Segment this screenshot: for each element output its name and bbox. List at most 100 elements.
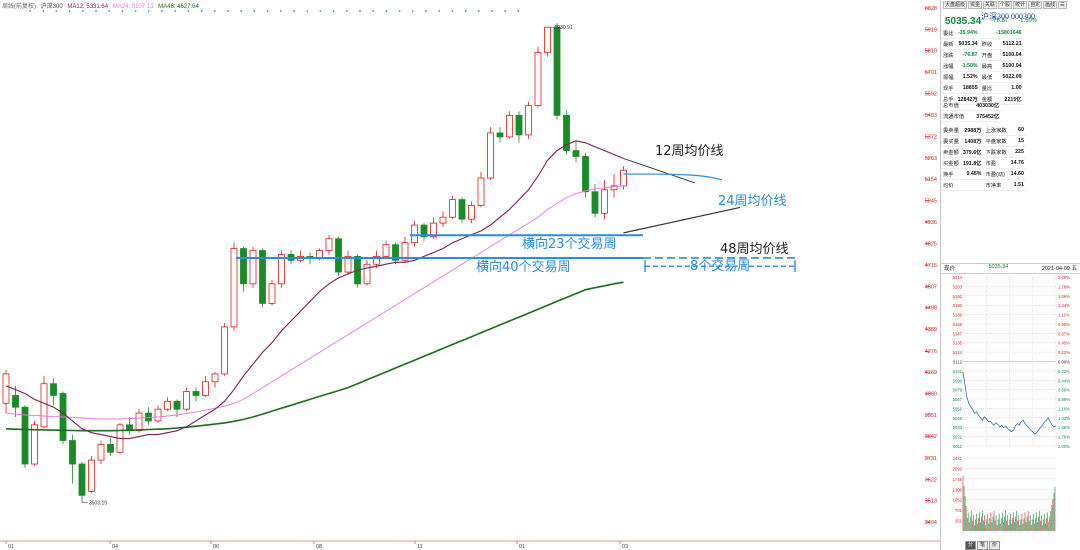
candle (525, 101, 532, 139)
price-axis-label: 5810 (925, 49, 937, 55)
quote-row: 换手 0.45% 市盈(动) 14.60 (941, 168, 1026, 180)
toolbar-button-6[interactable]: 画线 (1043, 1, 1058, 9)
quote-value: 60 (1008, 125, 1026, 136)
quote-row: 均价 市净率 1.51 (941, 179, 1026, 191)
candle (572, 140, 580, 163)
candle-body-down (240, 248, 247, 285)
time-axis-label: 06 (213, 544, 219, 550)
range23-label: 横向23个交易周 (522, 236, 617, 252)
toolbar-button-7[interactable]: ☰ (1058, 1, 1067, 9)
event-dot (81, 10, 84, 12)
app-root: 周线(前复权) 沪深300 MA12: 5331.64 MA24: 5107.1… (0, 0, 1080, 550)
quote-row: 委卖量 2988万 上涨家数 60 (941, 125, 1026, 136)
candle-body-up (477, 177, 485, 206)
candle-body-down (572, 150, 580, 157)
intraday-tab-0[interactable]: 分 (965, 541, 977, 550)
candle (59, 391, 67, 445)
mini-price-tick: 5147 (953, 331, 963, 336)
toolbar-button-3[interactable]: 个股 (998, 1, 1013, 9)
quote-row: 涨幅 -1.50% 最高 5100.04 (941, 60, 1024, 72)
vol-tick: 701 (955, 508, 963, 513)
candle-body-down (69, 440, 76, 465)
mini-price-tick: 5056 (953, 406, 963, 411)
toolbar-button-4[interactable]: 统计 (1013, 1, 1028, 9)
price-axis-label: 3404 (925, 520, 937, 526)
price-axis-label: 3622 (925, 477, 937, 483)
candle (420, 223, 428, 241)
intraday-chart[interactable]: 5214 2.00% 5203 1.78% 5192 1.56% 5180 1.34% 5169… (941, 273, 1080, 541)
candle-body-up (221, 326, 228, 375)
event-dot (398, 10, 401, 12)
event-dot (385, 10, 388, 12)
vol-tick: 2093 (953, 466, 963, 471)
mini-pct-tick: 1.78% (1058, 435, 1070, 440)
ma12-extension (623, 157, 696, 184)
quote-value: 15 (1008, 135, 1026, 147)
quote-label: 市净率 (983, 179, 1009, 191)
event-dot (504, 10, 507, 12)
quote-value: 18855 (955, 82, 980, 94)
mini-pct-tick: 1.55% (1058, 425, 1070, 430)
candle-body-down (582, 156, 589, 193)
toolbar-button-5[interactable]: 自定 (1028, 1, 1043, 9)
intraday-tab-2[interactable]: 价 (989, 541, 1001, 550)
ma24-line (5, 185, 624, 420)
event-dot (42, 10, 45, 12)
candle (487, 127, 494, 180)
candle-body-up (525, 105, 532, 136)
weekly-kline-chart[interactable]: 周线(前复权) 沪深300 MA12: 5331.64 MA24: 5107.1… (0, 0, 941, 550)
intraday-tab-1[interactable]: 笔 (977, 541, 989, 550)
toolbar-button-1[interactable]: 资金 (968, 1, 983, 9)
toolbar-button-2[interactable]: 关联 (983, 1, 998, 9)
mini-price-tick: 5079 (953, 388, 963, 393)
price-axis-label: 5154 (925, 177, 937, 183)
candle-body-up (88, 459, 95, 492)
price-axis-label: 5263 (925, 156, 937, 162)
event-dot (345, 10, 348, 12)
candle-body-up (40, 383, 48, 428)
quote-value: 5022.09 (994, 71, 1024, 83)
price-axis-label: 4389 (925, 327, 937, 333)
time-axis-label: 01 (8, 544, 14, 550)
price-axis-label: 5045 (925, 199, 937, 205)
candle (515, 111, 523, 143)
quote-value: 1.51 (1008, 179, 1026, 191)
candle-body-up (97, 444, 105, 461)
mini-price-tick: 5214 (953, 275, 963, 280)
mini-price-tick: 5192 (953, 294, 963, 299)
vol-tick: 1052 (953, 498, 963, 503)
quote-row: 买金额 191.8亿 市盈 14.76 (941, 157, 1026, 169)
toolbar-button-0[interactable]: 大盘超级 (943, 1, 968, 9)
candle-body-up (164, 400, 171, 410)
event-dot (95, 10, 97, 12)
event-dot (372, 10, 375, 12)
event-dot (464, 10, 467, 12)
mini-pct-tick: 0.00% (1058, 360, 1070, 365)
quote-label: 总市值 (941, 100, 967, 111)
quote-row: 振幅 1.52% 最低 5022.09 (941, 71, 1024, 83)
mini-pct-tick: 2.00% (1058, 275, 1070, 280)
candle (610, 174, 618, 198)
candle-body-up (449, 199, 456, 218)
ma48-line (5, 281, 624, 432)
range40-label: 横向40个交易周 (476, 259, 571, 275)
candle (107, 438, 114, 457)
quote-label: 最低 (979, 71, 995, 83)
event-dot (438, 10, 441, 12)
weeks8-label: 8个交易周 (690, 258, 750, 274)
quote-label: 市盈 (983, 157, 1009, 169)
event-dot (477, 10, 480, 12)
event-dot (491, 10, 493, 12)
event-dot (161, 10, 163, 12)
candle (31, 420, 38, 466)
price-axis-label: 4936 (925, 220, 937, 226)
candle (553, 23, 561, 120)
price-axis-label: 4169 (925, 370, 937, 376)
mini-price-tick: 5124 (953, 350, 963, 355)
mini-pct-tick: 0.22% (1058, 369, 1070, 374)
quote-value: 14.76 (1008, 157, 1026, 169)
intraday-price: 5035.34 (988, 264, 1009, 270)
mini-pct-tick: 0.66% (1058, 388, 1070, 393)
candle (544, 26, 551, 57)
time-axis-label: 04 (112, 544, 118, 550)
